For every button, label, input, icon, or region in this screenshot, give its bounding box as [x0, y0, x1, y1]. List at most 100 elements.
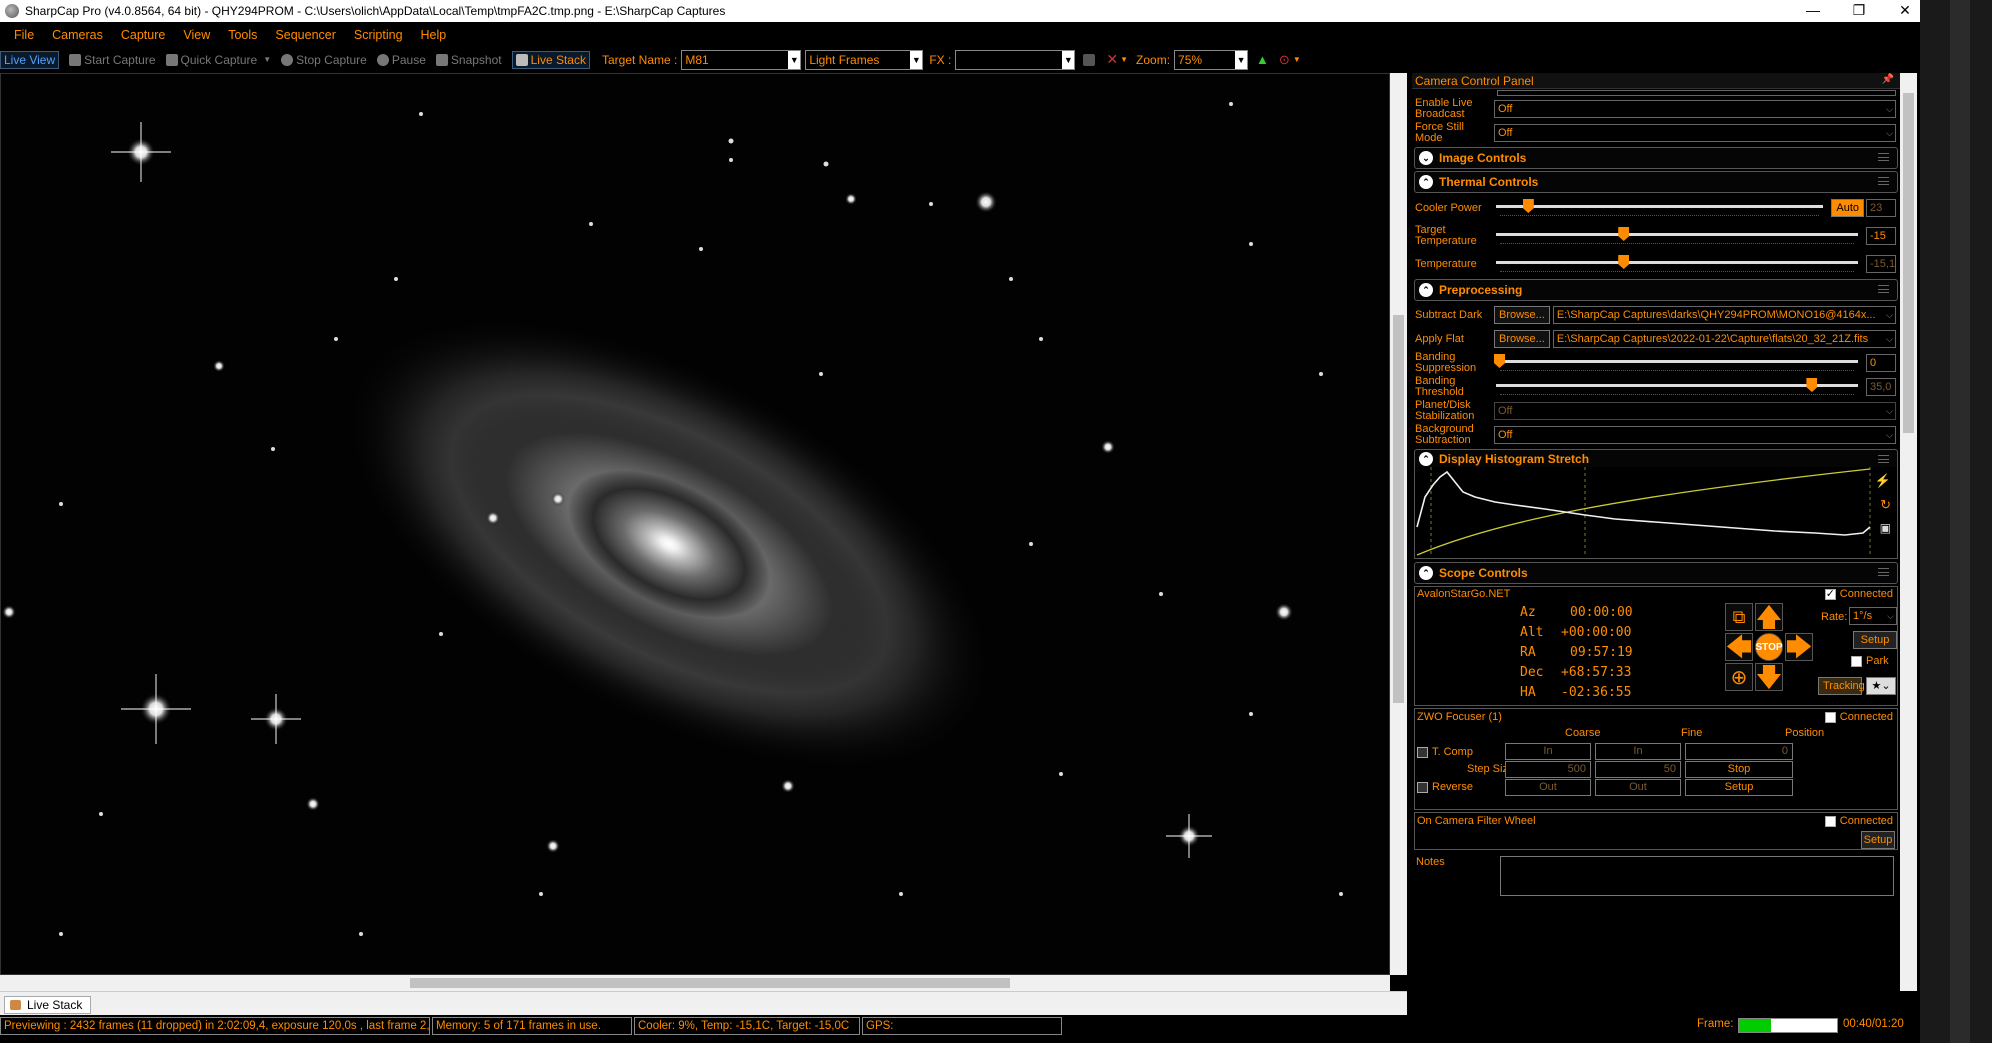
image-viewport[interactable]: [0, 73, 1390, 975]
filter-connected-checkbox[interactable]: Connected: [1824, 815, 1893, 827]
save-icon[interactable]: ▣: [1880, 521, 1891, 535]
goto-icon[interactable]: ⧉: [1725, 603, 1753, 631]
chevron-down-icon[interactable]: ▼: [910, 50, 923, 69]
fx-settings-icon[interactable]: [1083, 53, 1096, 66]
fine-in-button[interactable]: In: [1595, 743, 1681, 760]
tracking-button[interactable]: Tracking: [1818, 677, 1865, 695]
stop-button[interactable]: STOP: [1755, 633, 1783, 661]
focuser-stop-button[interactable]: Stop: [1685, 761, 1793, 778]
crosshair-icon[interactable]: ✕: [1106, 51, 1118, 68]
reset-icon[interactable]: ↻: [1880, 497, 1891, 513]
section-histogram[interactable]: ⌃ Display Histogram Stretch: [1414, 449, 1898, 467]
scope-setup-button[interactable]: Setup: [1853, 631, 1897, 649]
checkbox[interactable]: [1824, 711, 1836, 723]
hamburger-icon[interactable]: [1878, 177, 1889, 185]
pause-button[interactable]: Pause: [376, 53, 426, 67]
section-preprocessing[interactable]: ⌃ Preprocessing: [1414, 279, 1898, 301]
minimize-button[interactable]: —: [1790, 0, 1836, 22]
menu-file[interactable]: File: [14, 28, 34, 42]
checkbox[interactable]: [1851, 655, 1862, 667]
pin-icon[interactable]: 📌: [1882, 74, 1894, 85]
move-north-button[interactable]: 🡅: [1755, 603, 1783, 631]
chevron-down-icon[interactable]: ▼: [788, 50, 801, 69]
stop-capture-button[interactable]: Stop Capture: [281, 53, 367, 67]
viewport-horizontal-scrollbar[interactable]: [0, 975, 1390, 991]
hamburger-icon[interactable]: [1878, 568, 1889, 576]
menu-view[interactable]: View: [183, 28, 210, 42]
hamburger-icon[interactable]: [1878, 285, 1889, 293]
move-west-button[interactable]: 🡄: [1725, 633, 1753, 661]
maximize-button[interactable]: ❐: [1836, 0, 1882, 22]
menu-help[interactable]: Help: [421, 28, 447, 42]
coarse-step-input[interactable]: 500: [1505, 761, 1591, 778]
menu-sequencer[interactable]: Sequencer: [275, 28, 335, 42]
scope-connected-checkbox[interactable]: Connected: [1824, 587, 1893, 600]
coarse-in-button[interactable]: In: [1505, 743, 1591, 760]
zoom-select[interactable]: 75% ▼: [1174, 49, 1249, 70]
apply-flat-select[interactable]: E:\SharpCap Captures\2022-01-22\Capture\…: [1552, 330, 1896, 348]
section-thermal-controls[interactable]: ⌃ Thermal Controls: [1414, 171, 1898, 193]
star-tracking-dropdown[interactable]: ★⌄: [1866, 677, 1896, 695]
checkbox[interactable]: [1824, 815, 1836, 827]
quick-capture-button[interactable]: Quick Capture ▼: [165, 53, 271, 67]
tab-live-stack[interactable]: Live Stack: [4, 996, 92, 1014]
start-capture-button[interactable]: Start Capture: [69, 53, 156, 67]
slider-knob[interactable]: [1522, 199, 1534, 213]
coarse-out-button[interactable]: Out: [1505, 779, 1591, 796]
scrollbar-thumb[interactable]: [1393, 315, 1404, 703]
background-subtraction-select[interactable]: Off ⌵: [1494, 426, 1896, 444]
snapshot-button[interactable]: Snapshot: [435, 53, 502, 67]
viewport-vertical-scrollbar[interactable]: [1390, 73, 1407, 975]
slider-knob[interactable]: [1806, 378, 1818, 392]
apply-flat-browse-button[interactable]: Browse...: [1494, 330, 1550, 348]
scrollbar-thumb[interactable]: [410, 978, 1010, 988]
chevron-down-icon[interactable]: ▼: [263, 55, 271, 64]
slider-knob[interactable]: [1494, 354, 1505, 368]
move-south-button[interactable]: 🡇: [1755, 663, 1783, 691]
checkbox[interactable]: [1417, 746, 1428, 758]
checkbox[interactable]: [1417, 781, 1428, 793]
live-stack-button[interactable]: Live Stack: [511, 50, 590, 69]
scrollbar-thumb[interactable]: [1903, 93, 1914, 433]
cooler-auto-button[interactable]: Auto: [1831, 199, 1864, 217]
target-name-input[interactable]: M81 ▼: [681, 49, 802, 70]
banding-threshold-slider[interactable]: [1494, 375, 1860, 399]
fine-step-input[interactable]: 50: [1595, 761, 1681, 778]
target-temp-slider[interactable]: [1494, 224, 1860, 248]
chevron-down-icon[interactable]: ▼: [1293, 55, 1301, 64]
menu-cameras[interactable]: Cameras: [52, 28, 103, 42]
live-broadcast-select[interactable]: Off ⌵: [1494, 100, 1896, 118]
target-temp-value[interactable]: -15: [1866, 227, 1896, 245]
banding-suppression-slider[interactable]: [1494, 351, 1860, 375]
histogram-icon[interactable]: ▲: [1256, 52, 1269, 67]
menu-tools[interactable]: Tools: [228, 28, 257, 42]
subtract-dark-browse-button[interactable]: Browse...: [1494, 306, 1550, 324]
section-scope-controls[interactable]: ⌃ Scope Controls: [1414, 562, 1898, 584]
target-icon[interactable]: ⊕: [1725, 663, 1753, 691]
chevron-down-icon[interactable]: ▼: [1062, 50, 1075, 69]
fine-out-button[interactable]: Out: [1595, 779, 1681, 796]
frame-type-select[interactable]: Light Frames ▼: [805, 49, 924, 70]
hamburger-icon[interactable]: [1878, 153, 1889, 161]
checkbox[interactable]: [1824, 587, 1836, 600]
banding-suppression-value[interactable]: 0: [1866, 354, 1896, 372]
focuser-connected-checkbox[interactable]: Connected: [1824, 711, 1893, 723]
subtract-dark-select[interactable]: E:\SharpCap Captures\darks\QHY294PROM\MO…: [1552, 306, 1896, 324]
focuser-setup-button[interactable]: Setup: [1685, 779, 1793, 796]
fx-select[interactable]: ▼: [955, 49, 1076, 70]
hamburger-icon[interactable]: [1878, 455, 1889, 463]
magnifier-icon[interactable]: ⊙: [1279, 52, 1290, 68]
histogram-plot[interactable]: [1415, 467, 1873, 557]
slider-knob[interactable]: [1618, 227, 1630, 241]
cooler-power-slider[interactable]: [1494, 196, 1825, 220]
panel-scrollbar[interactable]: [1900, 73, 1917, 991]
lightning-icon[interactable]: ⚡: [1875, 473, 1891, 489]
tcomp-checkbox[interactable]: T. Comp: [1417, 746, 1473, 758]
chevron-down-icon[interactable]: ▼: [1120, 55, 1128, 64]
planet-stabilization-select[interactable]: Off ⌵: [1494, 402, 1896, 420]
rate-select[interactable]: 1°/s ⌵: [1849, 607, 1897, 625]
histogram-area[interactable]: ⚡ ↻ ▣: [1414, 467, 1898, 559]
live-view-button[interactable]: Live View: [0, 50, 60, 69]
move-east-button[interactable]: 🡆: [1785, 633, 1813, 661]
force-still-select[interactable]: Off ⌵: [1494, 124, 1896, 142]
